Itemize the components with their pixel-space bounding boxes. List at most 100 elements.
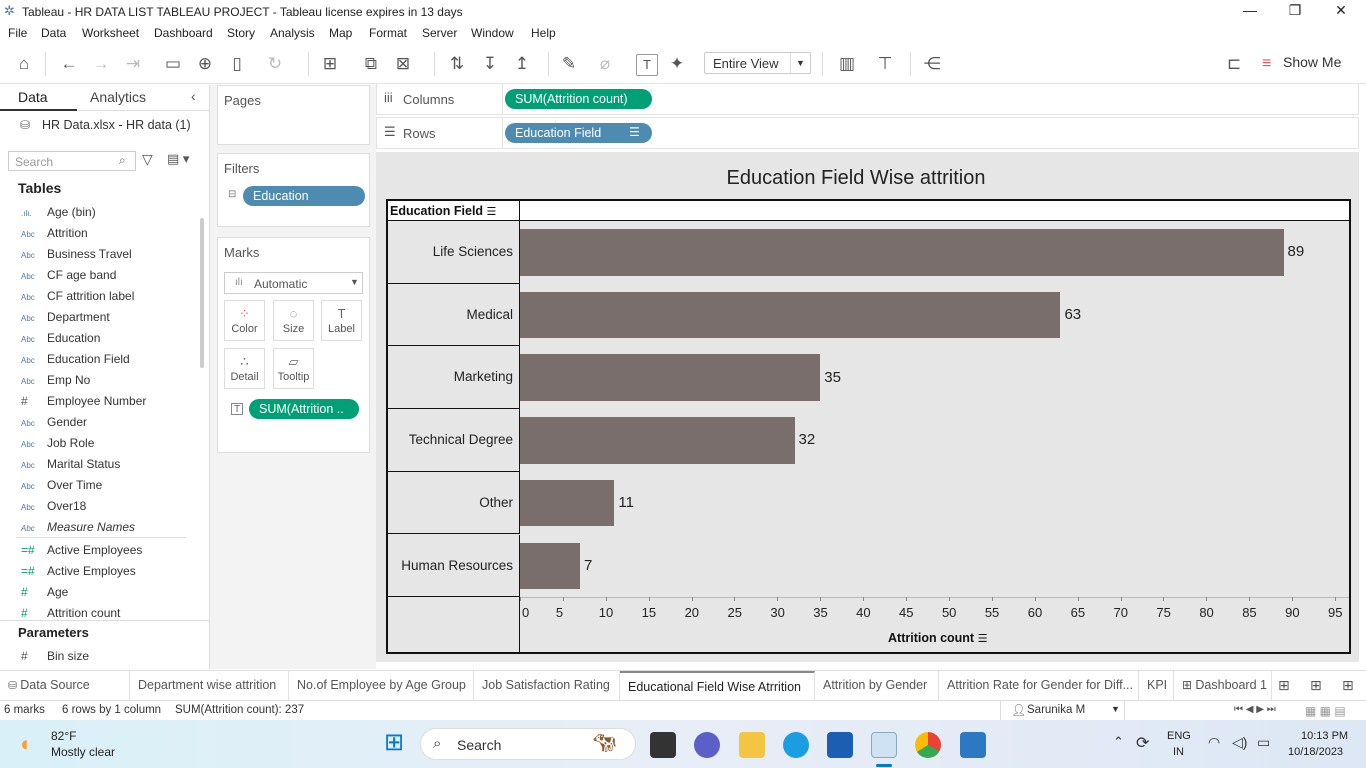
task-view-icon[interactable]	[650, 732, 676, 758]
rows-pill-education-field[interactable]: Education Field ☰	[505, 123, 652, 143]
close-button[interactable]: ✕	[1331, 2, 1351, 19]
field-item[interactable]: Abc CF age band	[21, 268, 116, 286]
bar[interactable]	[520, 229, 1284, 276]
bar[interactable]	[520, 417, 795, 464]
first-sheet-icon[interactable]: ⏮ ◀ ▶ ⏭	[1234, 704, 1276, 715]
pages-card[interactable]: Pages	[217, 85, 370, 145]
show-mark-labels-icon[interactable]: T	[636, 54, 658, 76]
show-cards-icon[interactable]: ▥	[836, 54, 858, 74]
field-item[interactable]: .ılı. Age (bin)	[21, 205, 96, 223]
highlight-icon[interactable]: ✎	[558, 54, 580, 74]
menu-window[interactable]: Window	[471, 26, 514, 40]
notepad-icon[interactable]	[960, 732, 986, 758]
field-item[interactable]: Abc Measure Names	[21, 520, 135, 538]
tab-employee-by-age[interactable]: No.of Employee by Age Group	[289, 671, 474, 700]
label-button[interactable]: T Label	[321, 300, 362, 341]
tableau-taskbar-icon[interactable]	[871, 732, 897, 758]
field-item[interactable]: Abc Attrition	[21, 226, 88, 244]
user-menu[interactable]: 👤︎ Sarunika M ▼	[1000, 701, 1125, 720]
row-header[interactable]: Life Sciences	[388, 221, 520, 284]
tab-job-satisfaction[interactable]: Job Satisfaction Rating	[474, 671, 620, 700]
measure-item[interactable]: =# Active Employes	[21, 564, 136, 582]
language-region[interactable]: IN	[1173, 746, 1184, 758]
measure-item[interactable]: # Attrition count	[21, 606, 120, 624]
sheet-sorter-icon[interactable]: ▦ ▦ ▤	[1305, 704, 1346, 718]
row-header[interactable]: Medical	[388, 283, 520, 347]
teams-icon[interactable]	[694, 732, 720, 758]
filters-card[interactable]: Filters ⊟ Education	[217, 153, 370, 227]
tab-attrition-by-gender[interactable]: Attrition by Gender	[815, 671, 939, 700]
field-item[interactable]: Abc Department	[21, 310, 110, 328]
pause-updates-icon[interactable]: ▯	[226, 54, 248, 74]
swap-rows-columns-icon[interactable]: ⇅	[446, 54, 468, 74]
windows-start-icon[interactable]: ⊞	[384, 731, 404, 755]
menu-story[interactable]: Story	[227, 26, 255, 40]
file-explorer-icon[interactable]	[739, 732, 765, 758]
language-code[interactable]: ENG	[1167, 730, 1191, 742]
tab-kpi[interactable]: KPI	[1139, 671, 1174, 700]
parameter-item[interactable]: # Bin size	[21, 649, 89, 667]
label-pill-sum-attrition[interactable]: SUM(Attrition ..	[249, 399, 359, 419]
row-header[interactable]: Marketing	[388, 346, 520, 410]
new-dashboard-icon[interactable]: ⊞	[1310, 677, 1322, 694]
columns-pill-sum-attrition[interactable]: SUM(Attrition count)	[505, 89, 652, 109]
field-item[interactable]: Abc Over Time	[21, 478, 102, 496]
menu-worksheet[interactable]: Worksheet	[82, 26, 139, 40]
replay-icon[interactable]: ⇥	[122, 54, 144, 74]
new-worksheet-icon[interactable]: ⊞	[319, 54, 341, 74]
bar[interactable]	[520, 542, 581, 590]
columns-shelf[interactable]: iii Columns SUM(Attrition count)	[376, 83, 1359, 115]
field-item[interactable]: Abc Business Travel	[21, 247, 132, 265]
field-item[interactable]: # Employee Number	[21, 394, 146, 412]
home-icon[interactable]: ⌂	[13, 54, 35, 74]
share-icon[interactable]: ⋲	[921, 54, 943, 74]
menu-format[interactable]: Format	[369, 26, 407, 40]
tab-data-source[interactable]: ⛁ Data Source	[0, 671, 130, 700]
menu-server[interactable]: Server	[422, 26, 457, 40]
refresh-icon[interactable]: ↻	[264, 54, 286, 74]
sync-icon[interactable]: ⟳	[1136, 733, 1149, 753]
tab-data[interactable]: Data	[0, 85, 77, 111]
size-button[interactable]: ◌ Size	[273, 300, 314, 341]
duplicate-sheet-icon[interactable]: ⧉	[360, 54, 382, 74]
row-header[interactable]: Other	[388, 471, 520, 535]
restore-button[interactable]: ❐	[1285, 2, 1305, 19]
menu-file[interactable]: File	[8, 26, 27, 40]
collapse-pane-icon[interactable]: ‹	[191, 88, 196, 104]
field-item[interactable]: Abc CF attrition label	[21, 289, 134, 307]
search-field[interactable]: Search ⌕	[8, 151, 136, 171]
new-story-icon[interactable]: ⊞	[1342, 677, 1354, 694]
field-item[interactable]: Abc Job Role	[21, 436, 94, 454]
field-item[interactable]: Abc Education	[21, 331, 100, 349]
show-me-button[interactable]: Show Me	[1283, 54, 1341, 70]
taskbar-search[interactable]: ⌕ Search 🐄︎	[420, 728, 636, 760]
menu-map[interactable]: Map	[329, 26, 352, 40]
chevron-up-icon[interactable]: ⌃	[1113, 734, 1124, 750]
new-datasource-icon[interactable]: ⊕	[194, 54, 216, 74]
volume-icon[interactable]: ◁)	[1232, 734, 1247, 751]
presentation-mode-icon[interactable]: ⊤	[874, 54, 896, 74]
filter-pill-education[interactable]: Education	[243, 186, 365, 206]
sort-ascending-icon[interactable]: ↧	[479, 54, 501, 74]
tab-attrition-rate-gender[interactable]: Attrition Rate for Gender for Diff...	[939, 671, 1139, 700]
tooltip-button[interactable]: ▱ Tooltip	[273, 348, 314, 389]
tab-department-wise-attrition[interactable]: Department wise attrition	[130, 671, 289, 700]
x-axis-title[interactable]: Attrition count ☰	[888, 631, 987, 645]
menu-data[interactable]: Data	[41, 26, 66, 40]
new-worksheet-icon[interactable]: ⊞	[1278, 677, 1290, 694]
chrome-icon[interactable]	[915, 732, 941, 758]
paint-format-icon[interactable]: ⊏	[1223, 54, 1245, 74]
field-item[interactable]: Abc Gender	[21, 415, 87, 433]
clock-time[interactable]: 10:13 PM	[1301, 730, 1348, 742]
field-item[interactable]: Abc Education Field	[21, 352, 130, 370]
bar[interactable]	[520, 291, 1061, 339]
view-size-dropdown[interactable]: Entire View ▼	[704, 52, 811, 74]
field-item[interactable]: Abc Over18	[21, 499, 86, 517]
pin-axes-icon[interactable]: ✦	[666, 54, 688, 74]
sort-descending-icon[interactable]: ↥	[511, 54, 533, 74]
scrollbar[interactable]	[200, 218, 204, 368]
menu-analysis[interactable]: Analysis	[270, 26, 315, 40]
menu-dashboard[interactable]: Dashboard	[154, 26, 213, 40]
mark-type-dropdown[interactable]: ılı Automatic ▼	[224, 272, 363, 294]
row-header[interactable]: Technical Degree	[388, 409, 520, 472]
